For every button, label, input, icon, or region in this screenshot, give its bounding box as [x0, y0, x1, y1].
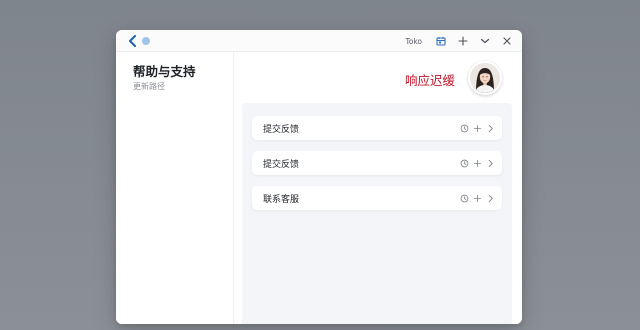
- chevron-right-icon[interactable]: [485, 158, 495, 168]
- chevron-right-icon[interactable]: [485, 123, 495, 133]
- avatar[interactable]: [468, 61, 502, 95]
- item-actions: [459, 122, 495, 134]
- main-panel: 响应迟缓 提交反馈 提交反馈 联系客服: [234, 52, 522, 324]
- list-item-feedback-1[interactable]: 提交反馈: [252, 116, 502, 140]
- list-item-feedback-2[interactable]: 提交反馈: [252, 151, 502, 175]
- back-icon[interactable]: [125, 33, 139, 49]
- chevron-right-icon[interactable]: [485, 193, 495, 203]
- app-label: Toko: [405, 36, 422, 46]
- plus-icon[interactable]: [472, 158, 482, 168]
- clock-icon[interactable]: [459, 123, 469, 133]
- list-item-label: 提交反馈: [263, 160, 300, 170]
- clock-icon[interactable]: [459, 193, 469, 203]
- plus-icon[interactable]: [456, 34, 470, 48]
- chevron-down-icon[interactable]: [478, 34, 492, 48]
- item-actions: [459, 192, 495, 204]
- sidebar: 帮助与支持 更新路径: [116, 52, 234, 324]
- content-area: 提交反馈 提交反馈 联系客服: [242, 103, 512, 324]
- item-actions: [459, 157, 495, 169]
- close-icon[interactable]: [500, 34, 514, 48]
- status-dot: [142, 37, 150, 45]
- plus-icon[interactable]: [472, 193, 482, 203]
- calendar-icon[interactable]: [434, 34, 448, 48]
- status-alert: 响应迟缓: [404, 73, 455, 88]
- clock-icon[interactable]: [459, 158, 469, 168]
- title-bar: Toko: [116, 30, 522, 52]
- list-item-label: 提交反馈: [263, 125, 300, 135]
- plus-icon[interactable]: [472, 123, 482, 133]
- app-window: Toko 帮助与支持 更新路径 响应迟缓 提交反馈 提交反馈 联系客服: [116, 30, 522, 324]
- list-item-label: 联系客服: [263, 195, 300, 205]
- page-title: 帮助与支持: [133, 64, 196, 79]
- list-item-contact-support[interactable]: 联系客服: [252, 186, 502, 210]
- sidebar-subtitle-link[interactable]: 更新路径: [133, 81, 165, 92]
- title-bar-controls: Toko: [405, 30, 514, 52]
